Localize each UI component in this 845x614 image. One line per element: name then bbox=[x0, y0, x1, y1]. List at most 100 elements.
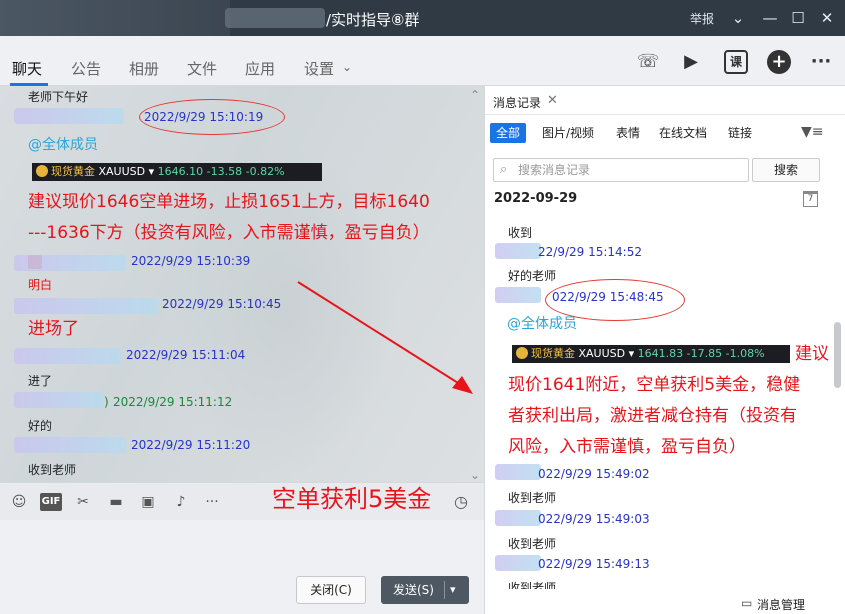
filter-media[interactable]: 图片/视频 bbox=[542, 123, 594, 143]
gold-ticker: 现货黄金 XAUUSD ▾ 1646.10 -13.58 -0.82% bbox=[32, 163, 322, 181]
more-icon[interactable]: ··· bbox=[809, 50, 833, 74]
collapse-up-icon[interactable]: ⌃ bbox=[470, 88, 480, 102]
history-message-text: 好的老师 bbox=[508, 269, 557, 283]
ticker-arrow: ▾ bbox=[148, 165, 155, 178]
message-text: 老师下午好 bbox=[28, 90, 89, 104]
trade-advice-line2: ---1636下方（投资有风险，入市需谨慎，盈亏自负） bbox=[28, 223, 430, 243]
gold-coin-icon bbox=[36, 165, 48, 177]
tab-announcement[interactable]: 公告 bbox=[71, 58, 101, 79]
history-divider bbox=[485, 114, 845, 115]
trade-advice-line1: 建议 bbox=[795, 344, 829, 364]
history-message-time: 022/9/29 15:49:03 bbox=[538, 512, 650, 526]
filter-all[interactable]: 全部 bbox=[490, 123, 527, 143]
history-search-input[interactable] bbox=[518, 162, 738, 178]
message-text: 明白 bbox=[28, 278, 53, 292]
gold-ticker: 现货黄金 XAUUSD ▾ 1641.83 -17.85 -1.08% bbox=[512, 345, 790, 363]
close-window-button[interactable]: ✕ bbox=[815, 6, 839, 30]
history-message-time: 022/9/29 15:49:13 bbox=[538, 557, 650, 571]
tab-chat[interactable]: 聊天 bbox=[12, 58, 42, 79]
search-icon: ⌕ bbox=[500, 162, 508, 177]
image-icon[interactable]: ▣ bbox=[139, 493, 157, 511]
message-time: 2022/9/29 15:11:04 bbox=[126, 348, 246, 362]
history-scrollbar[interactable] bbox=[834, 322, 841, 388]
scissors-icon[interactable]: ✂ bbox=[74, 493, 92, 511]
sender-name-redacted bbox=[14, 298, 158, 314]
minimize-button[interactable]: — bbox=[758, 6, 782, 30]
sender-name-redacted bbox=[14, 437, 126, 453]
date-header: 2022-09-29 bbox=[494, 191, 578, 206]
message-text: 好的 bbox=[28, 419, 53, 433]
ticker-change: -13.58 bbox=[206, 165, 243, 178]
video-call-icon[interactable]: ▶ bbox=[679, 50, 703, 74]
history-clock-icon[interactable]: ◷ bbox=[452, 493, 470, 511]
chat-message-area[interactable]: 老师下午好 ⌃ 2022/9/29 15:10:19 @全体成员 现货黄金 XA… bbox=[0, 86, 484, 482]
message-text: 收到老师 bbox=[28, 463, 77, 477]
ticker-percent: -0.82% bbox=[245, 165, 285, 178]
close-history-icon[interactable]: ✕ bbox=[547, 93, 558, 108]
filter-stickers[interactable]: 表情 bbox=[616, 123, 640, 143]
more-tools-icon[interactable]: ··· bbox=[203, 493, 221, 511]
history-tab[interactable]: 消息记录 bbox=[493, 94, 541, 111]
group-name-redacted bbox=[225, 8, 325, 28]
tab-settings[interactable]: 设置 bbox=[304, 58, 334, 79]
sender-name-redacted bbox=[14, 392, 104, 408]
mention-all: @全体成员 bbox=[507, 316, 577, 332]
sender-name-redacted bbox=[14, 348, 122, 364]
sender-name-redacted bbox=[495, 555, 541, 571]
filter-links[interactable]: 链接 bbox=[728, 123, 752, 143]
ticker-percent: -1.08% bbox=[725, 347, 765, 360]
tab-apps[interactable]: 应用 bbox=[245, 58, 275, 79]
calendar-icon[interactable]: 7 bbox=[803, 191, 818, 207]
history-message-time: 022/9/29 15:49:02 bbox=[538, 467, 650, 481]
message-history-panel: 消息记录 ✕ 全部 图片/视频 表情 在线文档 链接 ▼≡ ⌕ 搜索 2022-… bbox=[484, 86, 845, 614]
message-manage-icon[interactable]: ▭ bbox=[741, 596, 752, 610]
send-button[interactable]: 发送(S) ▾ bbox=[381, 576, 469, 604]
emoji-icon[interactable]: ☺ bbox=[10, 493, 28, 511]
filter-settings-icon[interactable]: ▼≡ bbox=[801, 124, 824, 140]
send-button-divider bbox=[444, 581, 445, 599]
bell-icon[interactable]: ♪ bbox=[172, 493, 190, 511]
message-text: 进场了 bbox=[28, 319, 79, 339]
ticker-price: 1641.83 bbox=[637, 347, 684, 360]
trade-advice-line1: 建议现价1646空单进场，止损1651上方，目标1640 bbox=[28, 192, 430, 212]
collapse-down-icon[interactable]: ⌄ bbox=[470, 468, 480, 482]
history-message-time: 22/9/29 15:14:52 bbox=[538, 245, 642, 259]
sender-name-redacted bbox=[495, 243, 541, 259]
message-manage-link[interactable]: 消息管理 bbox=[757, 596, 805, 613]
trade-advice-line3: 者获利出局，激进者减仓持有（投资有 bbox=[508, 406, 797, 426]
title-bar: /实时指导⑧群 举报 ⌄ — ☐ ✕ bbox=[0, 0, 845, 36]
ticker-symbol: XAUUSD bbox=[98, 165, 146, 178]
ticker-price: 1646.10 bbox=[157, 165, 204, 178]
sender-name-redacted bbox=[495, 464, 541, 480]
mention-all: @全体成员 bbox=[28, 137, 98, 153]
sender-name-redacted bbox=[14, 255, 126, 271]
send-options-chevron-icon[interactable]: ▾ bbox=[450, 576, 456, 604]
ticker-name: 现货黄金 bbox=[51, 165, 95, 178]
ticker-change: -17.85 bbox=[686, 347, 723, 360]
history-message-text: 收到老师 bbox=[508, 491, 557, 505]
report-link[interactable]: 举报 bbox=[690, 10, 714, 27]
folder-icon[interactable]: ▬ bbox=[107, 493, 125, 511]
filter-docs[interactable]: 在线文档 bbox=[659, 123, 707, 143]
message-time: 2022/9/29 15:10:45 bbox=[162, 297, 282, 311]
menu-chevron-icon[interactable]: ⌄ bbox=[726, 6, 750, 30]
trade-advice-line4: 风险，入市需谨慎，盈亏自负） bbox=[508, 437, 746, 457]
message-time: 2022/9/29 15:11:12 bbox=[113, 395, 233, 409]
chevron-down-icon[interactable]: ⌄ bbox=[342, 60, 352, 74]
gold-coin-icon bbox=[516, 347, 528, 359]
close-button[interactable]: 关闭(C) bbox=[296, 576, 366, 604]
lesson-button[interactable]: 课 bbox=[724, 50, 748, 74]
tab-album[interactable]: 相册 bbox=[129, 58, 159, 79]
gif-button[interactable]: GIF bbox=[40, 493, 62, 511]
annotation-overlay-text: 空单获利5美金 bbox=[272, 485, 432, 513]
maximize-button[interactable]: ☐ bbox=[786, 6, 810, 30]
search-button[interactable]: 搜索 bbox=[752, 158, 820, 182]
message-time: 2022/9/29 15:10:39 bbox=[131, 254, 251, 268]
window-title: /实时指导⑧群 bbox=[326, 11, 420, 29]
tab-files[interactable]: 文件 bbox=[187, 58, 217, 79]
voice-call-icon[interactable]: ☏ bbox=[636, 50, 660, 74]
message-time: 2022/9/29 15:11:20 bbox=[131, 438, 251, 452]
ticker-symbol: XAUUSD bbox=[578, 347, 626, 360]
add-icon[interactable]: + bbox=[767, 50, 791, 74]
message-time-prefix: ) bbox=[104, 395, 109, 409]
